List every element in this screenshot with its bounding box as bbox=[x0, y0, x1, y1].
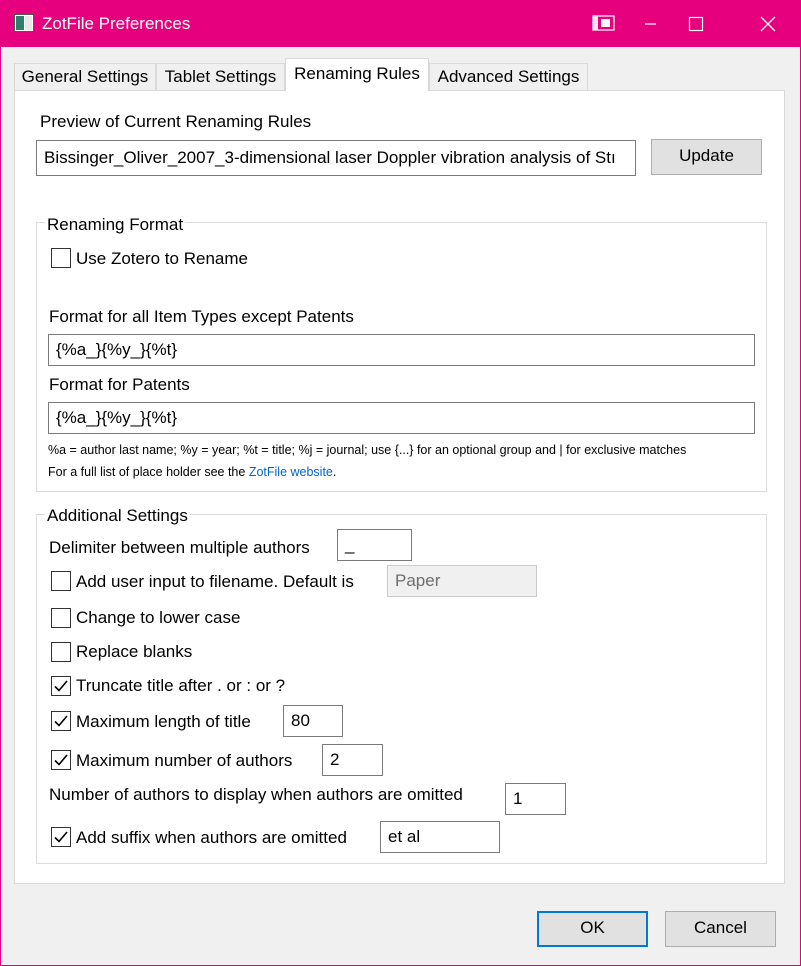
format-all-input[interactable]: {%a_}{%y_}{%t} bbox=[48, 334, 755, 366]
checkmark-icon bbox=[54, 680, 68, 692]
tab-advanced-settings[interactable]: Advanced Settings bbox=[429, 63, 588, 91]
cancel-button[interactable]: Cancel bbox=[665, 911, 776, 947]
snap-window-icon bbox=[592, 15, 615, 31]
display-authors-label: Number of authors to display when author… bbox=[49, 785, 463, 804]
additional-settings-caption: Additional Settings bbox=[45, 505, 190, 527]
window-title: ZotFile Preferences bbox=[42, 14, 191, 33]
format-patents-input[interactable]: {%a_}{%y_}{%t} bbox=[48, 402, 755, 434]
tab-general-settings[interactable]: General Settings bbox=[14, 63, 156, 91]
checkmark-icon bbox=[54, 754, 68, 766]
use-zotero-checkbox[interactable] bbox=[51, 248, 71, 268]
format-all-label: Format for all Item Types except Patents bbox=[49, 307, 354, 326]
max-title-length-label[interactable]: Maximum length of title bbox=[76, 711, 251, 733]
max-authors-input[interactable]: 2 bbox=[322, 744, 383, 776]
tab-tablet-settings[interactable]: Tablet Settings bbox=[156, 63, 285, 91]
suffix-input[interactable]: et al bbox=[380, 821, 500, 853]
user-input-default-field: Paper bbox=[387, 565, 537, 597]
minimize-icon bbox=[645, 23, 656, 25]
close-button[interactable] bbox=[745, 1, 791, 47]
title-bar[interactable]: ZotFile Preferences bbox=[1, 1, 800, 47]
hint-suffix: . bbox=[332, 465, 337, 479]
max-authors-checkbox[interactable] bbox=[51, 750, 71, 770]
tab-renaming-rules[interactable]: Renaming Rules bbox=[285, 58, 429, 91]
preview-field[interactable]: Bissinger_Oliver_2007_3-dimensional lase… bbox=[36, 140, 636, 176]
format-patents-label: Format for Patents bbox=[49, 375, 190, 394]
user-input-label[interactable]: Add user input to filename. Default is bbox=[76, 571, 354, 593]
lower-case-label[interactable]: Change to lower case bbox=[76, 607, 240, 629]
hint-prefix: For a full list of place holder see the bbox=[48, 465, 249, 479]
display-authors-input[interactable]: 1 bbox=[505, 783, 566, 815]
preferences-window: ZotFile Preferences General Settings Tab… bbox=[0, 0, 801, 966]
checkmark-icon bbox=[54, 831, 68, 843]
lower-case-checkbox[interactable] bbox=[51, 608, 71, 628]
truncate-title-label[interactable]: Truncate title after . or : or ? bbox=[76, 675, 285, 697]
checkmark-icon bbox=[54, 715, 68, 727]
placeholder-hint: %a = author last name; %y = year; %t = t… bbox=[48, 443, 687, 457]
delimiter-label: Delimiter between multiple authors bbox=[49, 538, 310, 557]
use-zotero-label[interactable]: Use Zotero to Rename bbox=[76, 248, 248, 270]
app-icon bbox=[14, 14, 34, 32]
minimize-button[interactable] bbox=[627, 1, 673, 47]
add-suffix-label[interactable]: Add suffix when authors are omitted bbox=[76, 827, 347, 849]
user-input-checkbox[interactable] bbox=[51, 571, 71, 591]
truncate-title-checkbox[interactable] bbox=[51, 676, 71, 696]
placeholder-hint-link-line: For a full list of place holder see the … bbox=[48, 464, 336, 480]
ok-button[interactable]: OK bbox=[537, 911, 648, 947]
zotfile-website-link[interactable]: ZotFile website bbox=[249, 465, 333, 479]
add-suffix-checkbox[interactable] bbox=[51, 827, 71, 847]
delimiter-input[interactable]: _ bbox=[337, 529, 412, 561]
max-title-length-checkbox[interactable] bbox=[51, 711, 71, 731]
maximize-button[interactable] bbox=[673, 1, 719, 47]
close-icon bbox=[760, 16, 776, 32]
preview-heading: Preview of Current Renaming Rules bbox=[40, 112, 312, 131]
max-title-length-input[interactable]: 80 bbox=[283, 705, 343, 737]
snap-layout-button[interactable] bbox=[581, 1, 627, 47]
replace-blanks-label[interactable]: Replace blanks bbox=[76, 641, 192, 663]
maximize-icon bbox=[688, 16, 704, 32]
renaming-format-caption: Renaming Format bbox=[45, 214, 186, 236]
replace-blanks-checkbox[interactable] bbox=[51, 642, 71, 662]
max-authors-label[interactable]: Maximum number of authors bbox=[76, 750, 292, 772]
renaming-rules-panel: Preview of Current Renaming Rules Bissin… bbox=[14, 90, 785, 884]
update-button[interactable]: Update bbox=[651, 139, 762, 175]
